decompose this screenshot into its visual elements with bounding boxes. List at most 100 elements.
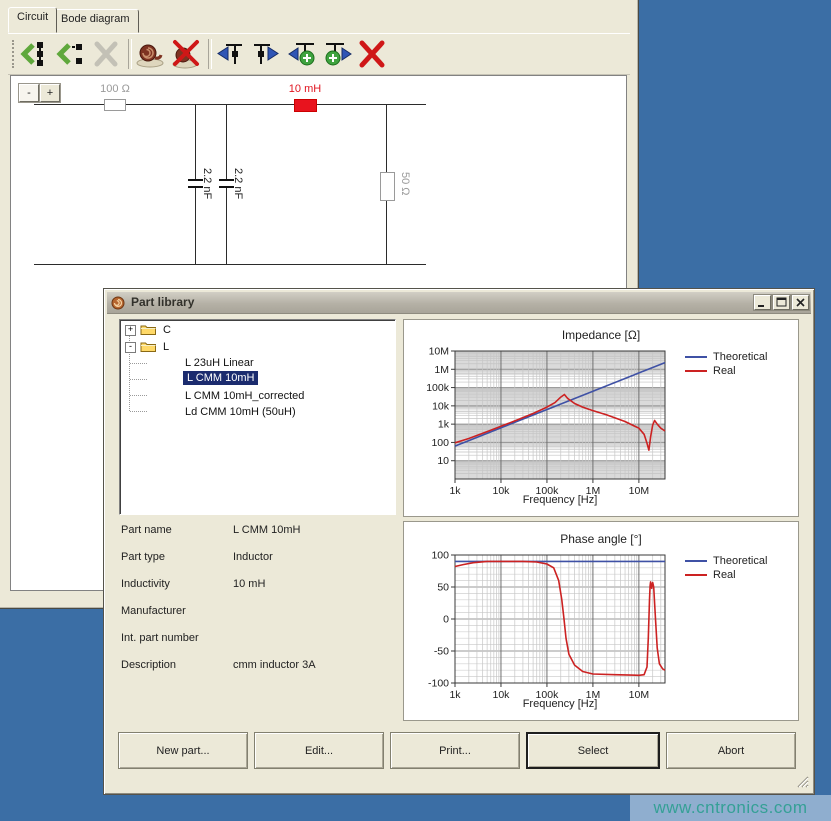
tree-item-label: L 23uH Linear xyxy=(185,357,254,369)
svg-text:100: 100 xyxy=(431,550,449,562)
detail-value-part-type: Inductor xyxy=(233,551,273,563)
tree-item-label: L CMM 10mH_corrected xyxy=(185,390,304,402)
svg-text:100: 100 xyxy=(431,437,449,449)
svg-text:0: 0 xyxy=(443,614,449,626)
tab-circuit[interactable]: Circuit xyxy=(8,7,57,33)
wire-branch1-upper xyxy=(195,104,196,180)
toolbar-separator-2 xyxy=(208,39,212,69)
wire-branch1-lower xyxy=(195,188,196,265)
delete-icon[interactable] xyxy=(356,38,388,70)
zoom-out-label: - xyxy=(27,87,31,99)
wire-branch2-lower xyxy=(226,188,227,265)
expander-l[interactable]: - xyxy=(125,342,136,353)
tree-connector xyxy=(130,395,147,397)
detail-value-description: cmm inductor 3A xyxy=(233,659,316,671)
detail-label-manufacturer: Manufacturer xyxy=(121,605,186,617)
impedance-plot: 10M1M100k10k1k100101k10k100k1M10M xyxy=(404,320,798,516)
edit-button[interactable]: Edit... xyxy=(254,732,384,769)
tree-item-label-selected: L CMM 10mH xyxy=(183,371,258,385)
detail-label-description: Description xyxy=(121,659,176,671)
legend-label: Real xyxy=(713,365,736,377)
delete-disabled-icon[interactable] xyxy=(90,38,122,70)
load-resistor-label: 50 Ω xyxy=(399,172,411,196)
part-library-icon[interactable] xyxy=(134,38,166,70)
svg-text:10M: 10M xyxy=(429,346,449,358)
svg-text:100k: 100k xyxy=(426,382,450,394)
svg-text:1M: 1M xyxy=(434,364,449,376)
tree-item-lcmm10mh-selected[interactable]: L CMM 10mH xyxy=(183,372,258,387)
tree-connector xyxy=(130,363,147,365)
detail-value-inductivity: 10 mH xyxy=(233,578,265,590)
remove-part-icon[interactable] xyxy=(170,38,202,70)
impedance-xaxis-label: Frequency [Hz] xyxy=(363,494,757,506)
tab-bode-diagram-label: Bode diagram xyxy=(61,13,130,25)
inductor[interactable] xyxy=(294,99,317,112)
expander-c[interactable]: + xyxy=(125,325,136,336)
svg-text:-100: -100 xyxy=(428,678,449,690)
capacitor-1-label: 2.2 nF xyxy=(201,168,213,199)
svg-text:10: 10 xyxy=(437,455,449,467)
load-resistor[interactable] xyxy=(380,172,395,201)
theoretical-swatch xyxy=(685,560,707,562)
insert-series-left-icon[interactable] xyxy=(18,38,50,70)
branch-right-icon[interactable] xyxy=(250,38,282,70)
legend-label: Theoretical xyxy=(713,351,767,363)
phase-chart-title: Phase angle [°] xyxy=(404,532,798,546)
branch-left-add-icon[interactable] xyxy=(286,38,318,70)
insert-series-node-icon[interactable] xyxy=(54,38,86,70)
phase-chart-panel: Phase angle [°] 100500-50-1001k10k100k1M… xyxy=(403,521,799,721)
wire-top xyxy=(34,104,426,105)
impedance-chart-panel: Impedance [Ω] 10M1M100k10k1k100101k10k10… xyxy=(403,319,799,517)
svg-text:50: 50 xyxy=(437,582,449,594)
detail-label-int-part-number: Int. part number xyxy=(121,632,199,644)
toolbar-separator-1 xyxy=(128,39,132,69)
part-library-dialog: Part library + C - xyxy=(103,288,815,795)
tree-item-l-label: L xyxy=(163,341,169,353)
branch-left-icon[interactable] xyxy=(214,38,246,70)
legend-label: Theoretical xyxy=(713,555,767,567)
dialog-title: Part library xyxy=(131,295,194,309)
series-resistor[interactable] xyxy=(104,99,126,111)
maximize-button[interactable] xyxy=(773,295,790,310)
tree-connector xyxy=(130,411,147,413)
close-icon[interactable] xyxy=(792,295,809,310)
tree-connector xyxy=(130,379,147,381)
zoom-in-button[interactable]: + xyxy=(40,84,60,102)
zoom-out-button[interactable]: - xyxy=(19,84,39,102)
svg-text:10k: 10k xyxy=(432,400,450,412)
tree-item-label: Ld CMM 10mH (50uH) xyxy=(185,406,296,418)
svg-text:-50: -50 xyxy=(434,646,449,658)
svg-text:1k: 1k xyxy=(438,419,450,431)
folder-icon xyxy=(140,340,157,353)
tree-item-c-label: C xyxy=(163,324,171,336)
dialog-titlebar[interactable]: Part library xyxy=(107,292,811,314)
detail-label-part-type: Part type xyxy=(121,551,165,563)
print-button[interactable]: Print... xyxy=(390,732,520,769)
theoretical-swatch xyxy=(685,356,707,358)
series-resistor-label: 100 Ω xyxy=(90,83,140,95)
legend-theoretical: Theoretical xyxy=(685,555,767,567)
zoom-in-label: + xyxy=(47,87,53,99)
legend-label: Real xyxy=(713,569,736,581)
select-button[interactable]: Select xyxy=(526,732,660,769)
real-swatch xyxy=(685,574,707,576)
abort-button[interactable]: Abort xyxy=(666,732,796,769)
detail-value-part-name: L CMM 10mH xyxy=(233,524,300,536)
wire-bottom xyxy=(34,264,426,265)
tab-bode-diagram[interactable]: Bode diagram xyxy=(52,9,139,33)
new-part-button[interactable]: New part... xyxy=(118,732,248,769)
detail-label-part-name: Part name xyxy=(121,524,172,536)
part-tree: + C - L L 23uH Linear L CMM 10mH L CMM 1… xyxy=(119,319,396,515)
toolbar-grip[interactable] xyxy=(12,40,17,68)
legend-theoretical: Theoretical xyxy=(685,351,767,363)
wire-branch2-upper xyxy=(226,104,227,180)
toolbar xyxy=(8,33,630,75)
resize-grip[interactable] xyxy=(795,774,809,788)
real-swatch xyxy=(685,370,707,372)
desktop: { "desktop": { "watermark": "www.cntroni… xyxy=(0,0,831,821)
minimize-button[interactable] xyxy=(754,295,771,310)
folder-icon xyxy=(140,323,157,336)
phase-plot: 100500-50-1001k10k100k1M10M xyxy=(404,522,798,720)
branch-right-add-icon[interactable] xyxy=(322,38,354,70)
legend-real: Real xyxy=(685,569,736,581)
